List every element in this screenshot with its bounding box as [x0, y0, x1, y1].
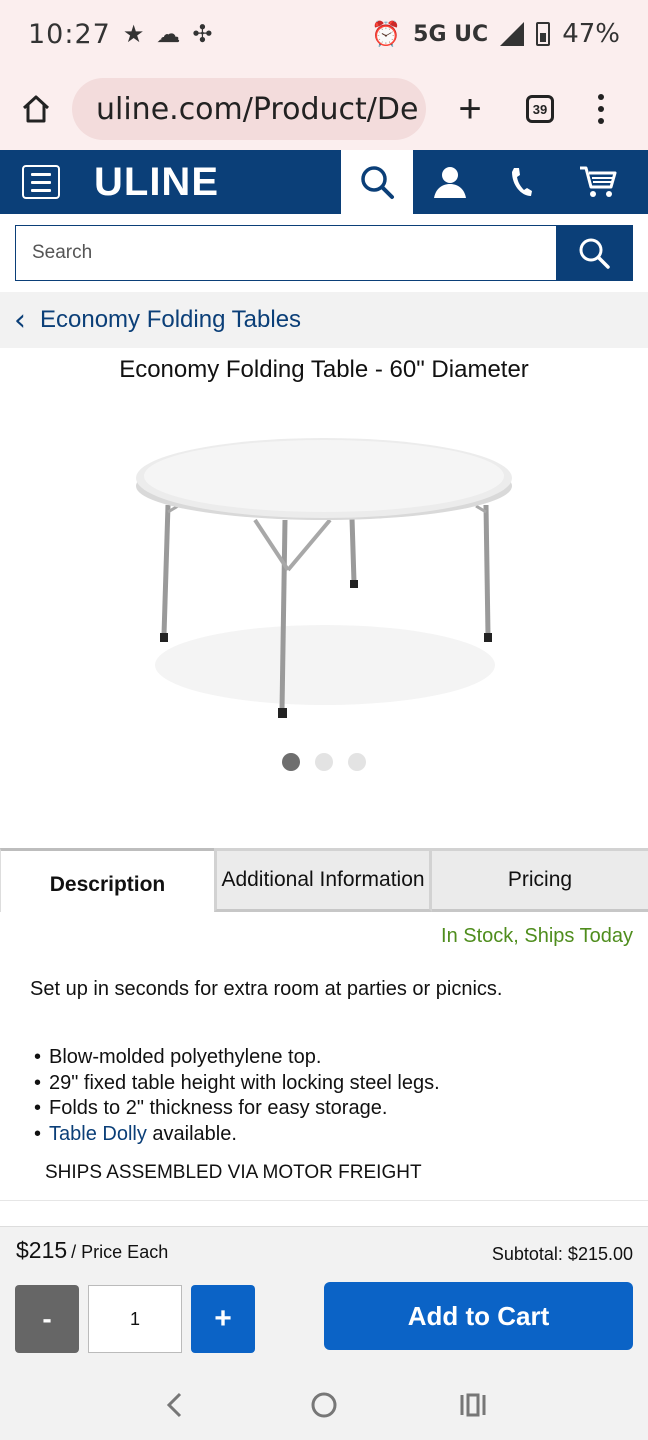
back-button[interactable]: [145, 1380, 205, 1430]
clock: 10:27: [28, 18, 111, 50]
circle-home-icon: [311, 1392, 337, 1418]
purchase-bar: $215/ Price Each Subtotal: $215.00 - + A…: [0, 1226, 648, 1370]
browser-toolbar: uline.com/Product/De + 39: [0, 68, 648, 150]
divider: [0, 1200, 648, 1201]
hamburger-line: [31, 188, 51, 192]
account-button[interactable]: [426, 150, 474, 214]
address-bar[interactable]: uline.com/Product/De: [72, 78, 426, 140]
search-submit-button[interactable]: [556, 226, 632, 280]
home-button[interactable]: [16, 89, 56, 129]
search-icon: [361, 166, 394, 199]
list-item: Blow-molded polyethylene top.: [34, 1045, 440, 1071]
hamburger-line: [31, 180, 51, 184]
carousel-dot-3[interactable]: [348, 753, 366, 771]
home-nav-button[interactable]: [294, 1380, 354, 1430]
list-item-text: available.: [146, 1122, 237, 1145]
stock-status: In Stock, Ships Today: [441, 925, 633, 947]
chevron-left-icon[interactable]: ‹: [14, 303, 26, 338]
price: $215/ Price Each: [16, 1237, 168, 1264]
product-image[interactable]: [120, 420, 530, 730]
tab-pricing[interactable]: Pricing: [432, 848, 648, 912]
list-item: Table Dolly available.: [34, 1122, 440, 1148]
alarm-icon: ⏰: [371, 20, 402, 48]
site-logo[interactable]: ULINE: [94, 160, 219, 205]
browser-menu-button[interactable]: [598, 94, 604, 124]
url-text: uline.com/Product/De: [96, 91, 419, 127]
tab-switcher-button[interactable]: 39: [526, 95, 554, 123]
fan-icon: ✣: [192, 20, 213, 48]
decrease-quantity-button[interactable]: -: [15, 1285, 79, 1353]
feature-list: Blow-molded polyethylene top. 29" fixed …: [34, 1045, 440, 1147]
menu-dot: [598, 94, 604, 100]
list-item: 29" fixed table height with locking stee…: [34, 1071, 440, 1097]
back-icon: [166, 1392, 181, 1418]
table-dolly-link[interactable]: Table Dolly: [49, 1123, 147, 1145]
search-bar: [15, 225, 633, 281]
cloud-icon: ☁: [156, 20, 181, 48]
site-header: ULINE: [0, 150, 648, 214]
search-icon: [579, 238, 610, 269]
shipping-note: SHIPS ASSEMBLED VIA MOTOR FREIGHT: [45, 1162, 422, 1183]
status-right: ⏰ 5G UC 47%: [371, 19, 620, 49]
tab-additional-information[interactable]: Additional Information: [214, 848, 432, 912]
increase-quantity-button[interactable]: +: [191, 1285, 255, 1353]
phone-button[interactable]: [500, 150, 544, 214]
carousel-dot-2[interactable]: [315, 753, 333, 771]
recents-button[interactable]: [443, 1380, 503, 1430]
cart-button[interactable]: [570, 150, 626, 214]
header-search-button[interactable]: [341, 150, 413, 214]
image-carousel-dots: [0, 753, 648, 771]
price-unit: / Price Each: [71, 1242, 169, 1262]
tab-description[interactable]: Description: [0, 848, 214, 912]
home-icon: [22, 95, 50, 123]
cart-icon: [580, 166, 617, 197]
battery-icon: [536, 22, 551, 46]
breadcrumb-link[interactable]: Economy Folding Tables: [40, 306, 301, 334]
user-icon: [434, 167, 466, 198]
search-input[interactable]: [16, 226, 556, 280]
status-bar: 10:27 ★ ☁ ✣ ⏰ 5G UC 47%: [0, 0, 648, 68]
star-icon: ★: [122, 20, 145, 48]
product-tabs: Description Additional Information Prici…: [0, 848, 648, 912]
menu-dot: [598, 106, 604, 112]
menu-button[interactable]: [22, 165, 60, 199]
status-left: 10:27 ★ ☁ ✣: [28, 19, 212, 50]
hamburger-line: [31, 172, 51, 176]
subtotal: Subtotal: $215.00: [491, 1244, 633, 1264]
battery-level: 47%: [562, 19, 620, 49]
phone-icon: [512, 168, 532, 196]
add-to-cart-button[interactable]: Add to Cart: [324, 1282, 633, 1350]
signal-icon: [500, 22, 525, 46]
carousel-dot-1[interactable]: [282, 753, 300, 771]
breadcrumb[interactable]: ‹ Economy Folding Tables: [0, 292, 648, 348]
price-value: $215: [16, 1237, 68, 1263]
new-tab-button[interactable]: +: [450, 89, 490, 129]
system-nav-bar: [0, 1370, 648, 1440]
product-intro: Set up in seconds for extra room at part…: [30, 978, 503, 1000]
product-title: Economy Folding Table - 60" Diameter: [119, 356, 529, 383]
recents-icon: [460, 1393, 486, 1417]
menu-dot: [598, 118, 604, 124]
network-label: 5G UC: [413, 21, 489, 47]
list-item: Folds to 2" thickness for easy storage.: [34, 1096, 440, 1122]
quantity-input[interactable]: [88, 1285, 182, 1353]
